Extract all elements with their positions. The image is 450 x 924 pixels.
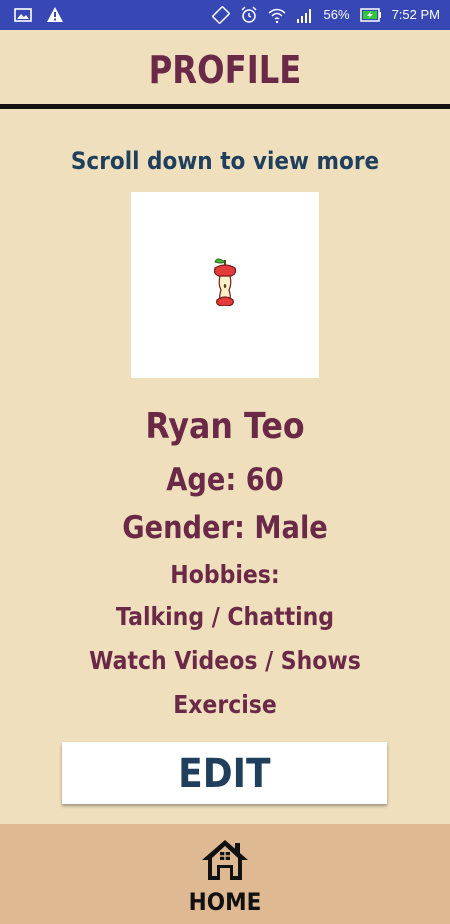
battery-icon	[359, 8, 381, 22]
profile-name: Ryan Teo	[145, 406, 305, 447]
signal-icon	[296, 9, 311, 23]
bottom-nav: HOME	[0, 824, 450, 924]
clock: 7:52 PM	[391, 7, 440, 22]
edit-button[interactable]: EDIT	[62, 742, 387, 804]
apple-core-icon	[213, 258, 237, 306]
home-icon	[202, 840, 248, 880]
hobby-item: Talking / Chatting	[115, 602, 335, 631]
scroll-hint: Scroll down to view more	[70, 147, 380, 175]
profile-photo	[131, 192, 319, 378]
header: PROFILE	[0, 30, 450, 105]
wifi-icon	[268, 8, 286, 24]
battery-percent: 56%	[323, 7, 350, 22]
home-label: HOME	[188, 888, 262, 916]
screen-rotate-icon	[211, 6, 230, 24]
hobbies-label: Hobbies:	[170, 560, 280, 589]
page-title: PROFILE	[148, 48, 302, 92]
home-button[interactable]: HOME	[175, 834, 275, 922]
alarm-icon	[241, 6, 257, 23]
header-divider	[0, 104, 450, 109]
gallery-icon	[14, 8, 32, 22]
hobby-item: Exercise	[173, 690, 277, 719]
profile-gender: Gender: Male	[122, 510, 328, 546]
warning-icon	[47, 7, 63, 22]
hobby-item: Watch Videos / Shows	[89, 646, 361, 675]
edit-button-label: EDIT	[178, 751, 271, 797]
status-bar: 56% 7:52 PM	[0, 0, 450, 30]
profile-age: Age: 60	[166, 462, 284, 498]
